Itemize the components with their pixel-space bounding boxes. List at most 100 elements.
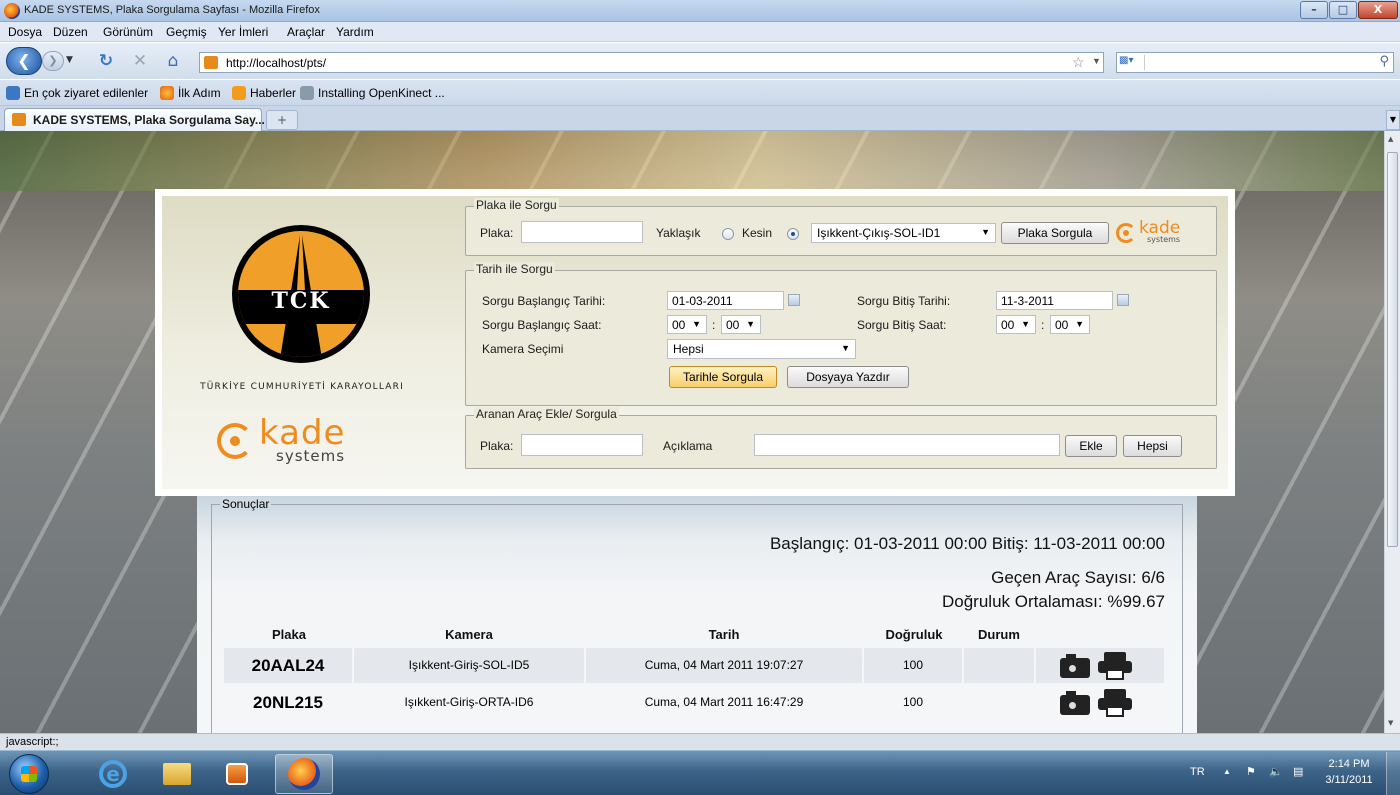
search-plate-label: Plaka: xyxy=(480,439,514,453)
calendar-icon[interactable] xyxy=(788,294,800,306)
add-vehicle-legend: Aranan Araç Ekle/ Sorgula xyxy=(474,407,619,421)
taskbar-internet-explorer[interactable]: e xyxy=(88,754,138,794)
language-indicator[interactable]: TR xyxy=(1190,766,1205,778)
add-button[interactable]: Ekle xyxy=(1065,435,1117,457)
plate-camera-select[interactable]: Işıkkent-Çıkış-SOL-ID1 ▼ xyxy=(811,223,996,243)
end-time-label: Sorgu Bitiş Saat: xyxy=(857,318,947,332)
search-plate-input[interactable] xyxy=(521,434,643,456)
most-visited-icon xyxy=(6,86,20,100)
tab-kade-systems[interactable]: KADE SYSTEMS, Plaka Sorgulama Say... xyxy=(4,108,265,131)
window-title: KADE SYSTEMS, Plaka Sorgulama Sayfası - … xyxy=(24,4,320,16)
chevron-down-icon: ▼ xyxy=(746,319,755,329)
search-engine-icon[interactable]: ▩▾ xyxy=(1119,55,1145,70)
plate-input[interactable] xyxy=(521,221,643,243)
scrollbar-thumb[interactable] xyxy=(1387,152,1398,547)
time-separator: : xyxy=(712,318,716,332)
column-header-camera[interactable]: Kamera xyxy=(354,627,584,642)
menu-tools[interactable]: Araçlar xyxy=(287,25,325,39)
menu-file[interactable]: Dosya xyxy=(8,25,42,39)
column-header-plate[interactable]: Plaka xyxy=(224,627,354,642)
show-desktop-button[interactable] xyxy=(1386,752,1400,795)
history-dropdown-icon[interactable]: ▼ xyxy=(66,55,78,67)
address-bar[interactable]: http://localhost/pts/ ☆ ▼ xyxy=(199,52,1104,73)
query-panel: TCK TÜRKİYE CUMHURİYETİ KARAYOLLARI kade… xyxy=(155,189,1235,496)
maximize-button[interactable]: □ xyxy=(1329,1,1357,19)
table-row: 20NL215 Işıkkent-Giriş-ORTA-ID6 Cuma, 04… xyxy=(224,685,1164,720)
scroll-down-icon[interactable]: ▼ xyxy=(1388,719,1393,727)
results-legend: Sonuçlar xyxy=(220,497,272,511)
menu-edit[interactable]: Düzen xyxy=(53,25,88,39)
minimize-button[interactable]: – xyxy=(1300,1,1328,19)
bookmark-news[interactable]: Haberler xyxy=(250,86,296,100)
stop-icon[interactable]: ✕ xyxy=(130,51,150,71)
end-date-input[interactable]: 11-3-2011 xyxy=(996,291,1113,310)
row-camera: Işıkkent-Giriş-ORTA-ID6 xyxy=(354,685,584,720)
new-tab-button[interactable]: + xyxy=(266,110,298,130)
exact-radio[interactable] xyxy=(787,228,799,240)
start-minute-select[interactable]: 00 ▼ xyxy=(721,315,761,334)
firefox-icon xyxy=(288,758,320,790)
end-hour-select[interactable]: 00 ▼ xyxy=(996,315,1036,334)
search-input[interactable]: ▩▾ ⚲ xyxy=(1116,52,1394,73)
action-center-flag-icon[interactable]: ⚑ xyxy=(1246,765,1256,778)
taskbar-firefox[interactable] xyxy=(275,754,333,794)
show-all-button[interactable]: Hepsi xyxy=(1123,435,1182,457)
volume-icon[interactable]: 🔈 xyxy=(1269,765,1283,778)
chevron-down-icon: ▼ xyxy=(692,319,701,329)
search-icon[interactable]: ⚲ xyxy=(1379,54,1389,69)
printer-icon[interactable] xyxy=(1098,689,1132,717)
star-icon[interactable]: ☆ xyxy=(1072,54,1085,71)
printer-icon[interactable] xyxy=(1098,652,1132,680)
network-icon[interactable]: ▤ xyxy=(1293,765,1303,778)
page-icon xyxy=(300,86,314,100)
home-icon[interactable]: ⌂ xyxy=(163,51,183,71)
clock-date[interactable]: 3/11/2011 xyxy=(1323,774,1375,786)
start-hour-value: 00 xyxy=(672,318,686,332)
menu-help[interactable]: Yardım xyxy=(336,25,374,39)
show-hidden-icons-icon[interactable]: ▲ xyxy=(1223,767,1231,776)
menu-history[interactable]: Geçmiş xyxy=(166,25,207,39)
start-date-label: Sorgu Başlangıç Tarihi: xyxy=(482,294,606,308)
kade-systems-logo: kade systems xyxy=(217,413,387,469)
end-minute-select[interactable]: 00 ▼ xyxy=(1050,315,1090,334)
plate-query-button[interactable]: Plaka Sorgula xyxy=(1001,222,1109,244)
description-label: Açıklama xyxy=(663,439,713,453)
date-query-button[interactable]: Tarihle Sorgula xyxy=(669,366,777,388)
export-file-button[interactable]: Dosyaya Yazdır xyxy=(787,366,909,388)
description-input[interactable] xyxy=(754,434,1060,456)
forward-button[interactable]: ❯ xyxy=(42,51,64,71)
column-header-status[interactable]: Durum xyxy=(964,627,1034,642)
approx-radio[interactable] xyxy=(722,228,734,240)
camera-icon[interactable] xyxy=(1060,689,1090,715)
column-header-date[interactable]: Tarih xyxy=(586,627,862,642)
clock-time[interactable]: 2:14 PM xyxy=(1323,758,1375,770)
windows-taskbar: e TR ▲ ⚑ 🔈 ▤ 2:14 PM 3/11/2011 xyxy=(0,750,1400,795)
url-dropdown-icon[interactable]: ▼ xyxy=(1092,56,1101,66)
bookmark-openkinect[interactable]: Installing OpenKinect ... xyxy=(318,86,445,100)
calendar-icon[interactable] xyxy=(1117,294,1129,306)
reload-icon[interactable]: ↻ xyxy=(96,51,116,71)
bookmark-most-visited[interactable]: En çok ziyaret edilenler xyxy=(24,86,148,100)
tck-logo: TCK xyxy=(232,225,370,363)
bookmark-getting-started[interactable]: İlk Adım xyxy=(178,86,221,100)
list-tabs-icon[interactable]: ▼ xyxy=(1386,110,1400,130)
taskbar-explorer[interactable] xyxy=(152,754,202,794)
back-button[interactable]: ❮ xyxy=(6,47,42,75)
column-header-accuracy[interactable]: Doğruluk xyxy=(864,627,964,642)
tab-label: KADE SYSTEMS, Plaka Sorgulama Say... xyxy=(33,113,265,127)
vertical-scrollbar[interactable]: ▲ ▼ xyxy=(1384,131,1400,733)
menu-bookmarks[interactable]: Yer İmleri xyxy=(218,25,268,39)
start-button[interactable] xyxy=(9,754,49,794)
rss-icon xyxy=(232,86,246,100)
start-hour-select[interactable]: 00 ▼ xyxy=(667,315,707,334)
close-button[interactable]: X xyxy=(1358,1,1398,19)
menu-view[interactable]: Görünüm xyxy=(103,25,153,39)
chevron-down-icon: ▼ xyxy=(841,343,850,353)
address-url[interactable]: http://localhost/pts/ xyxy=(226,56,326,70)
scroll-up-icon[interactable]: ▲ xyxy=(1388,135,1393,143)
camera-icon[interactable] xyxy=(1060,652,1090,678)
taskbar-media-player[interactable] xyxy=(212,754,262,794)
start-date-input[interactable]: 01-03-2011 xyxy=(667,291,784,310)
date-camera-select[interactable]: Hepsi ▼ xyxy=(667,339,856,359)
row-status xyxy=(964,685,1034,720)
